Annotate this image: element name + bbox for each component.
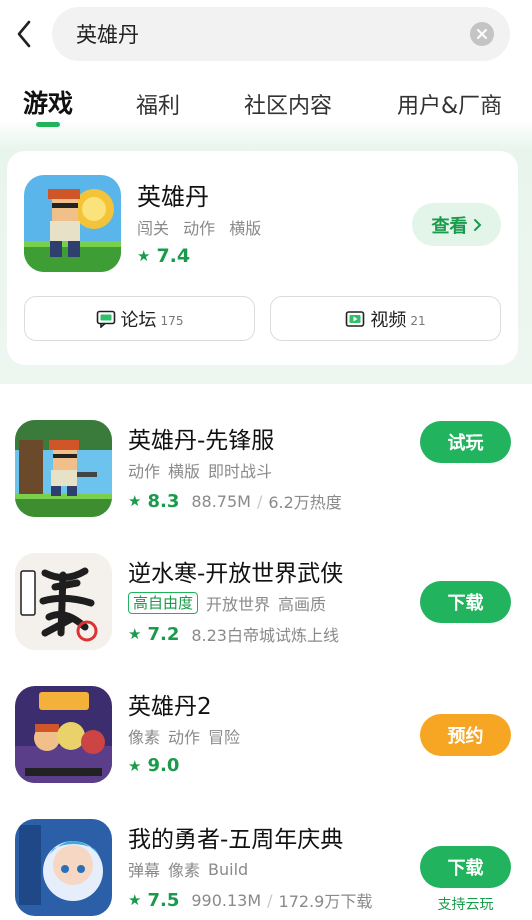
- rating-value: 8.3: [147, 490, 180, 512]
- game-popularity: 6.2万热度: [268, 493, 342, 512]
- game-icon-hero-dan-vanguard[interactable]: [15, 420, 112, 517]
- rating-value: 7.4: [156, 245, 191, 267]
- search-input[interactable]: 英雄丹: [52, 7, 510, 61]
- tag: Build: [208, 859, 249, 879]
- video-count: 21: [410, 313, 426, 328]
- feature-badge: 高自由度: [128, 592, 199, 614]
- game-icon-my-hero[interactable]: [15, 819, 112, 916]
- tab-users-vendors[interactable]: 用户&厂商: [397, 88, 502, 120]
- tag: 像素: [128, 728, 161, 747]
- list-item[interactable]: 英雄丹-先锋服 动作 横版 即时战斗 ★ 8.3 88.75M / 6.2万热度…: [0, 420, 532, 530]
- tag: 闯关: [137, 219, 170, 238]
- cloud-play-label[interactable]: 支持云玩: [420, 894, 511, 914]
- game-note: 8.23白帝城试炼上线: [191, 626, 339, 645]
- separator: /: [267, 890, 273, 910]
- tag: 冒险: [208, 728, 241, 747]
- back-arrow-icon: [17, 20, 31, 48]
- game-tags: 弹幕 像素 Build: [128, 857, 256, 881]
- featured-game-card[interactable]: 英雄丹 闯关 动作 横版 ★ 7.4 查看 论坛 175 视频 21: [7, 151, 518, 365]
- download-button[interactable]: 下载: [420, 581, 511, 623]
- back-button[interactable]: [10, 16, 38, 52]
- game-title: 逆水寒-开放世界武侠: [128, 561, 344, 587]
- chat-icon: [96, 310, 116, 328]
- tag: 动作: [128, 462, 161, 481]
- game-tags: 高自由度 开放世界 高画质: [128, 591, 334, 615]
- game-title: 英雄丹-先锋服: [128, 428, 275, 454]
- video-icon: [345, 310, 365, 328]
- game-downloads: 172.9万下载: [278, 892, 373, 911]
- game-meta: ★ 8.3 88.75M / 6.2万热度: [128, 489, 342, 513]
- rating-value: 7.2: [147, 623, 180, 645]
- clear-icon: [477, 29, 487, 39]
- tab-benefits[interactable]: 福利: [136, 88, 180, 120]
- separator: /: [256, 491, 263, 511]
- game-title: 我的勇者-五周年庆典: [128, 827, 344, 853]
- tab-bar: 游戏 福利 社区内容 用户&厂商: [0, 82, 532, 130]
- chevron-right-icon: [473, 218, 481, 231]
- forum-count: 175: [160, 313, 184, 328]
- tag: 动作: [183, 219, 216, 238]
- game-icon-hero-dan[interactable]: [24, 175, 121, 272]
- reserve-button[interactable]: 预约: [420, 714, 511, 756]
- forum-label: 论坛: [120, 309, 157, 331]
- tag: 即时战斗: [208, 462, 273, 481]
- star-icon: ★: [128, 891, 142, 909]
- tab-community[interactable]: 社区内容: [244, 88, 332, 120]
- tag: 像素: [168, 861, 201, 880]
- try-play-button[interactable]: 试玩: [420, 421, 511, 463]
- search-query: 英雄丹: [76, 23, 139, 47]
- forum-button[interactable]: 论坛 175: [24, 296, 255, 341]
- video-button[interactable]: 视频 21: [270, 296, 501, 341]
- tag: 开放世界: [206, 595, 271, 614]
- view-button-label: 查看: [431, 215, 468, 237]
- active-tab-indicator: [36, 122, 60, 127]
- game-size: 990.13M: [191, 890, 262, 910]
- tag: 横版: [229, 219, 262, 238]
- video-label: 视频: [370, 309, 407, 331]
- list-item[interactable]: 我的勇者-五周年庆典 弹幕 像素 Build ★ 7.5 990.13M / 1…: [0, 819, 532, 920]
- tag: 高画质: [278, 595, 327, 614]
- game-meta: ★ 7.2 8.23白帝城试炼上线: [128, 622, 339, 646]
- game-meta: ★ 7.5 990.13M / 172.9万下载: [128, 888, 372, 912]
- tab-games[interactable]: 游戏: [23, 84, 73, 120]
- clear-search-button[interactable]: [470, 22, 494, 46]
- rating-value: 7.5: [147, 889, 180, 911]
- game-meta: ★ 9.0: [128, 755, 191, 776]
- star-icon: ★: [128, 492, 142, 510]
- game-icon-nishuihan[interactable]: [15, 553, 112, 650]
- star-icon: ★: [128, 756, 142, 775]
- game-icon-hero-dan-2[interactable]: [15, 686, 112, 783]
- download-button[interactable]: 下载: [420, 846, 511, 888]
- game-tags: 像素 动作 冒险: [128, 724, 248, 748]
- star-icon: ★: [128, 625, 142, 643]
- tag: 横版: [168, 462, 201, 481]
- list-item[interactable]: 英雄丹2 像素 动作 冒险 ★ 9.0 预约: [0, 686, 532, 796]
- list-item[interactable]: 逆水寒-开放世界武侠 高自由度 开放世界 高画质 ★ 7.2 8.23白帝城试炼…: [0, 553, 532, 663]
- game-size: 88.75M: [191, 491, 251, 511]
- featured-game-rating: ★ 7.4: [137, 245, 190, 267]
- tag: 动作: [168, 728, 201, 747]
- featured-game-tags: 闯关 动作 横版: [137, 215, 270, 239]
- tag: 弹幕: [128, 861, 161, 880]
- featured-game-title: 英雄丹: [137, 183, 209, 211]
- game-tags: 动作 横版 即时战斗: [128, 458, 280, 482]
- game-title: 英雄丹2: [128, 694, 212, 720]
- view-button[interactable]: 查看: [412, 203, 501, 246]
- rating-value: 9.0: [147, 755, 180, 776]
- star-icon: ★: [137, 247, 151, 265]
